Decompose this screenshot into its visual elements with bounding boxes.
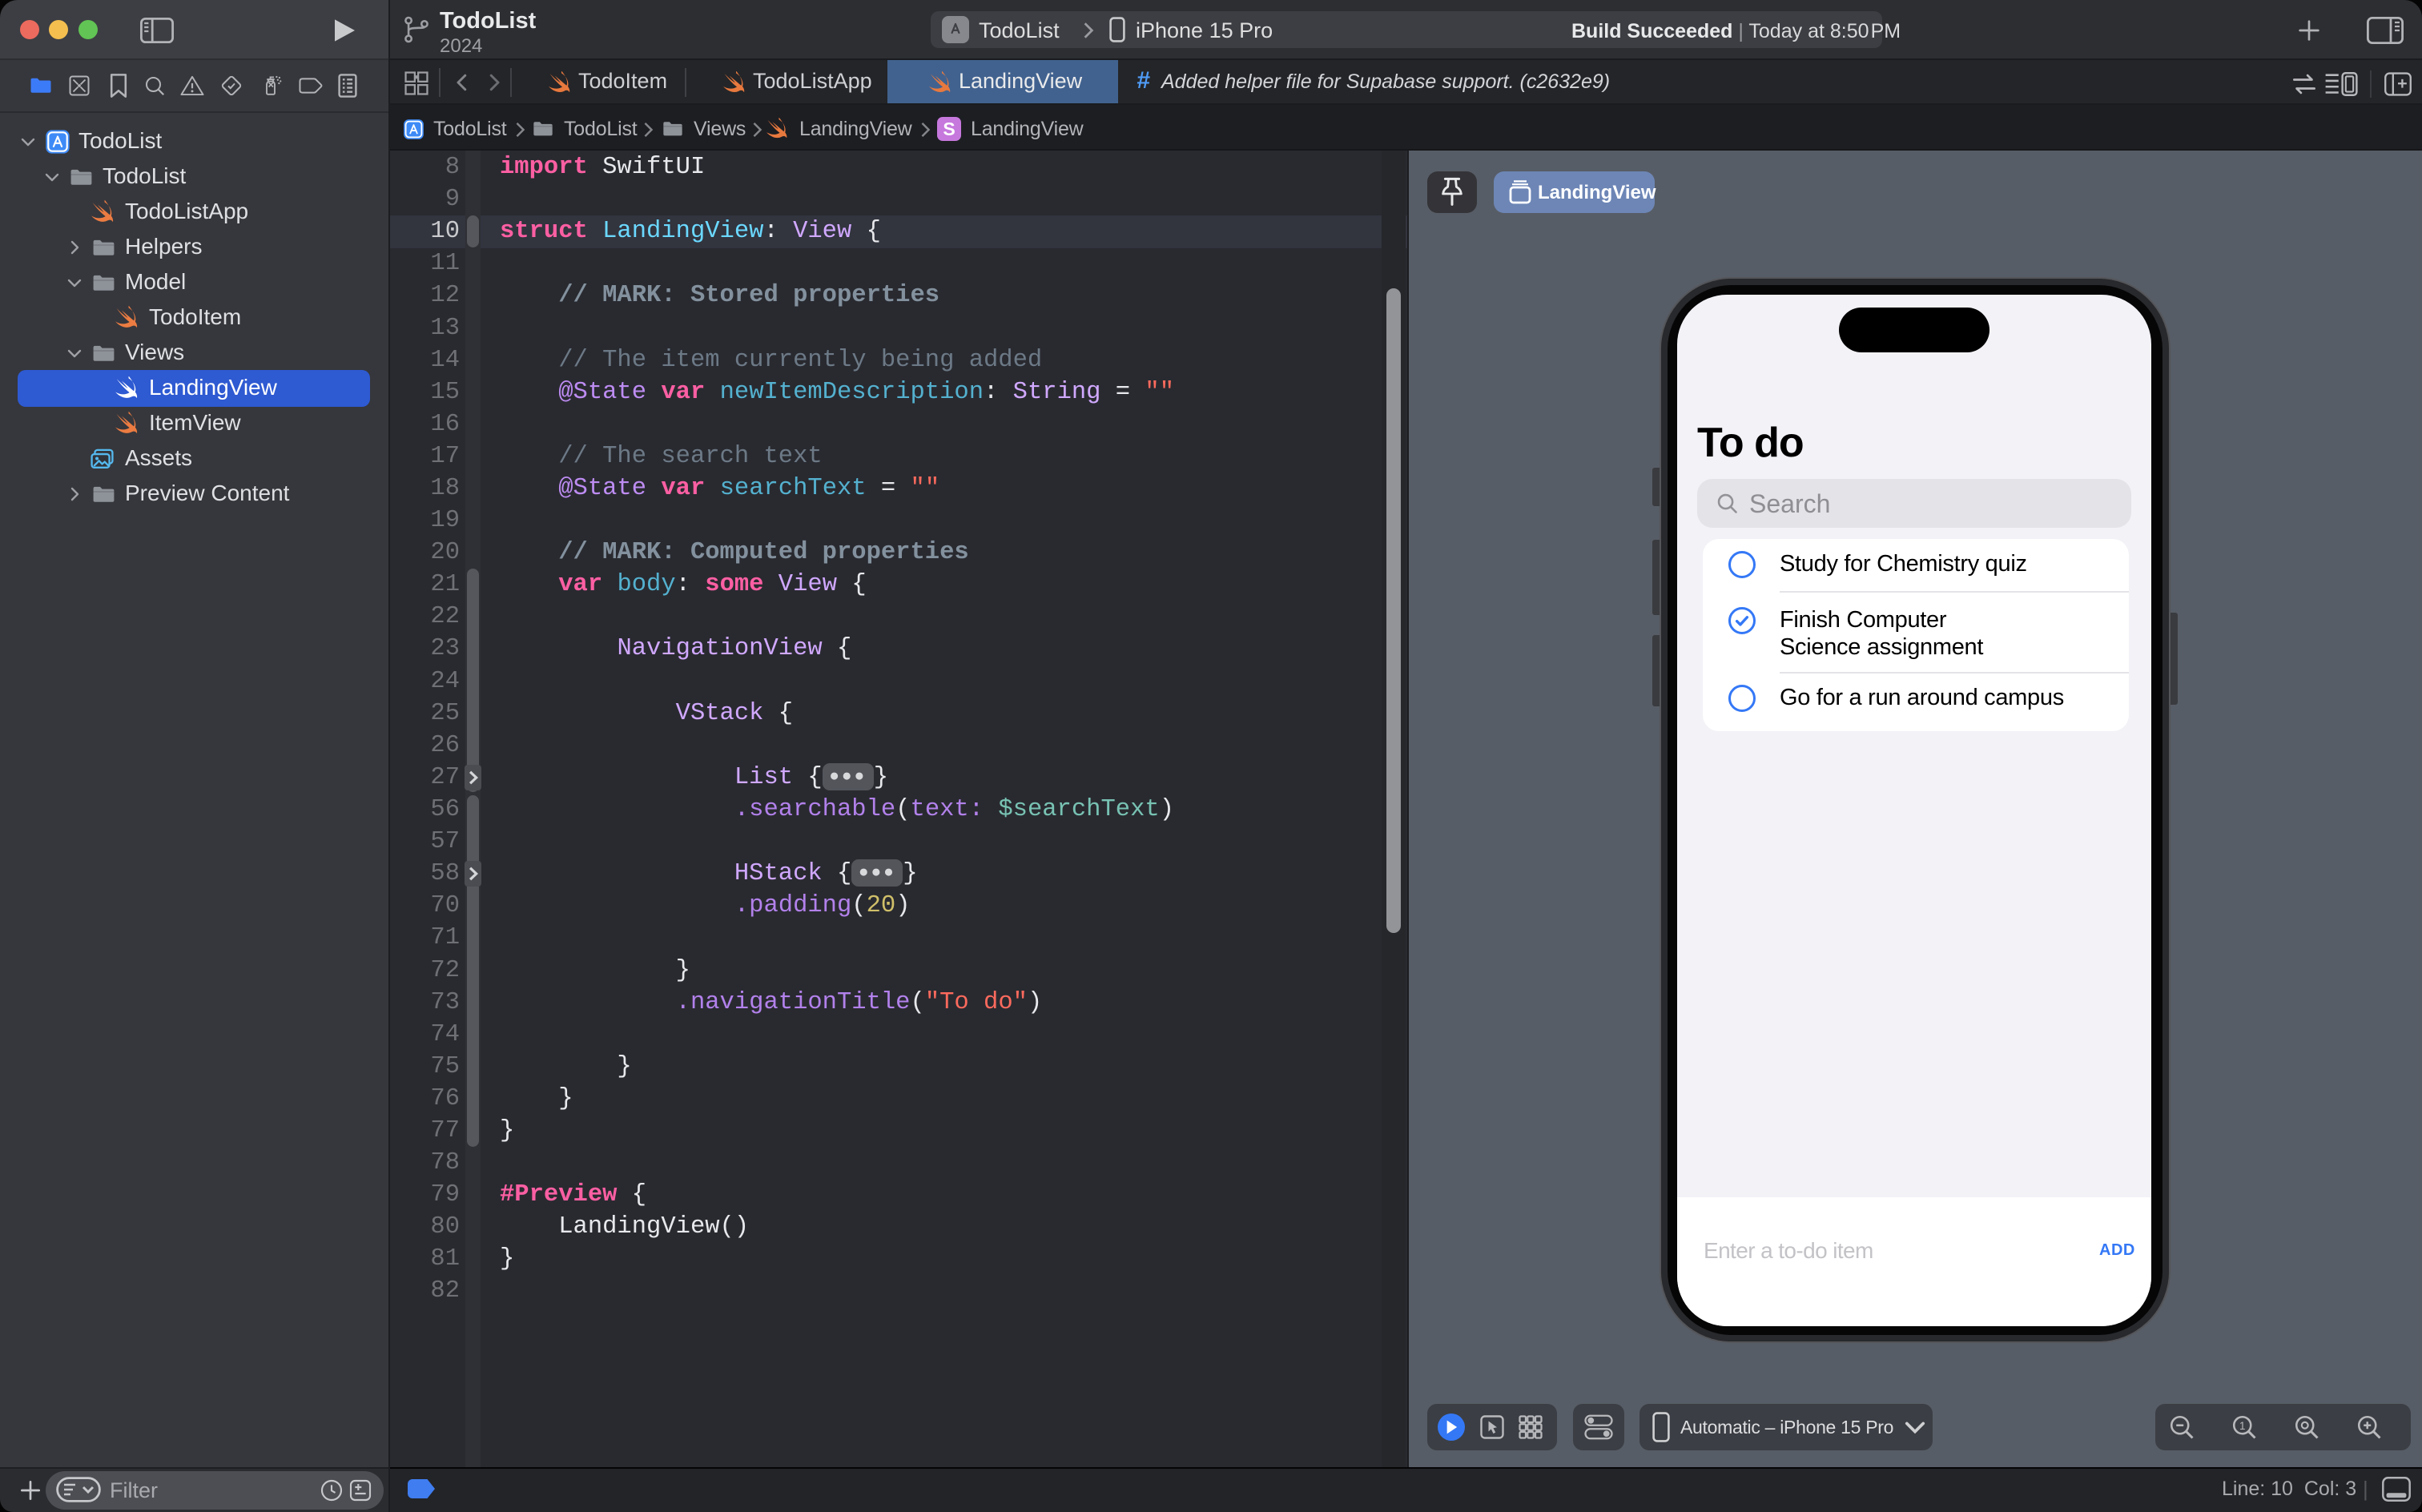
svg-text:1: 1 bbox=[2239, 1420, 2246, 1432]
